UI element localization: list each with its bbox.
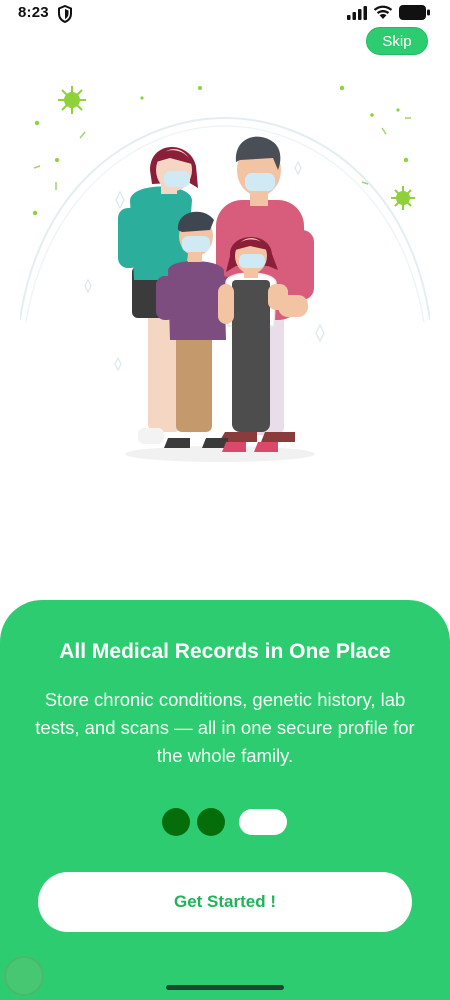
status-bar: 8:23: [0, 0, 450, 28]
status-icons: [347, 5, 430, 20]
battery-icon: [399, 5, 430, 20]
app-logo-watermark: [4, 956, 44, 996]
status-time: 8:23: [18, 4, 49, 21]
onboarding-title: All Medical Records in One Place: [59, 640, 391, 663]
wifi-icon: [373, 5, 393, 19]
virus-icon: [391, 186, 415, 210]
page-dot-3-active[interactable]: [239, 809, 287, 835]
home-indicator[interactable]: [166, 985, 284, 990]
family-with-masks-illustration: [20, 85, 430, 462]
skip-button[interactable]: Skip: [366, 27, 428, 55]
virus-icon: [58, 86, 86, 114]
page-dot-1[interactable]: [162, 808, 190, 836]
onboarding-description: Store chronic conditions, genetic histor…: [35, 689, 415, 766]
page-dot-2[interactable]: [197, 808, 225, 836]
page-indicator: [0, 808, 450, 836]
get-started-button[interactable]: Get Started !: [38, 872, 412, 932]
onboarding-panel: All Medical Records in One Place Store c…: [0, 600, 450, 1000]
shield-icon: [58, 5, 72, 23]
signal-icon: [347, 5, 367, 20]
